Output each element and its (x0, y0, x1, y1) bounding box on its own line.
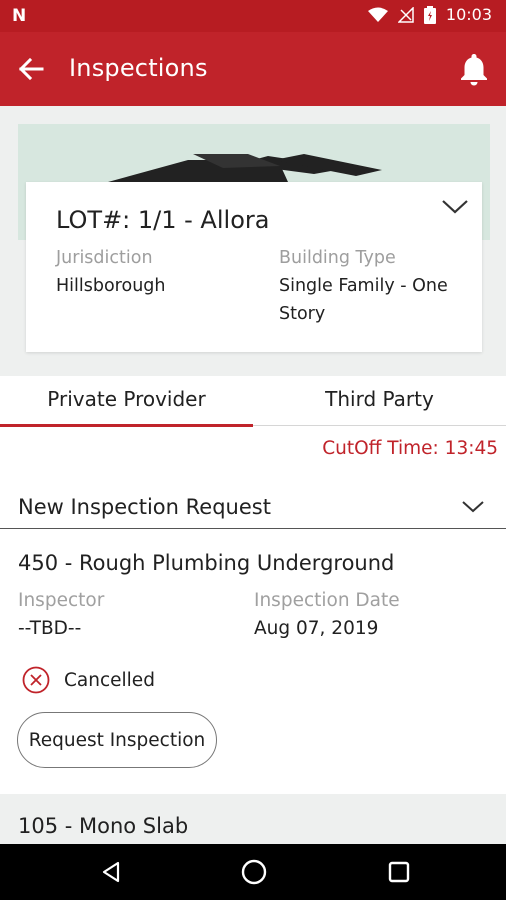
building-type-label: Building Type (279, 248, 396, 268)
system-icons: 10:03 (367, 5, 492, 24)
request-inspection-button[interactable]: Request Inspection (17, 712, 217, 768)
inspection-date-value: Aug 07, 2019 (254, 618, 379, 639)
inspector-label: Inspector (18, 590, 105, 611)
tab-third-party[interactable]: Third Party (253, 376, 506, 426)
wifi-icon (367, 7, 388, 22)
cancel-circle-icon (22, 666, 50, 694)
clock-time: 10:03 (445, 5, 492, 24)
section-title: New Inspection Request (18, 495, 271, 519)
status-row: Cancelled (22, 666, 155, 694)
app-bar: Inspections (0, 32, 506, 106)
lot-card: LOT#: 1/1 - Allora Jurisdiction Hillsbor… (26, 182, 482, 352)
new-inspection-request-dropdown[interactable]: New Inspection Request (0, 484, 506, 529)
system-nav-bar (0, 844, 506, 900)
provider-tabs: Private Provider Third Party (0, 376, 506, 427)
inspection-name: 450 - Rough Plumbing Underground (18, 551, 395, 575)
no-signal-icon (397, 6, 414, 23)
back-triangle-icon[interactable] (96, 857, 126, 887)
tab-private-provider[interactable]: Private Provider (0, 376, 253, 427)
lot-title: LOT#: 1/1 - Allora (56, 206, 270, 234)
chevron-down-icon (462, 501, 484, 513)
battery-icon (423, 5, 436, 24)
inspection-name: 105 - Mono Slab (18, 814, 189, 838)
cutoff-time: CutOff Time: 13:45 (322, 438, 498, 459)
home-circle-icon[interactable] (239, 857, 269, 887)
status-text: Cancelled (64, 669, 155, 691)
inspector-value: --TBD-- (18, 618, 82, 639)
bell-icon[interactable] (458, 52, 490, 86)
chevron-down-icon[interactable] (440, 194, 470, 218)
building-type-value-line2: Story (279, 304, 326, 324)
jurisdiction-value: Hillsborough (56, 276, 166, 296)
inspection-date-label: Inspection Date (254, 590, 400, 611)
inspection-item[interactable]: 105 - Mono Slab (0, 794, 506, 844)
status-bar: N 10:03 (0, 0, 506, 32)
recents-square-icon[interactable] (384, 857, 414, 887)
n-logo-icon: N (12, 6, 27, 26)
jurisdiction-label: Jurisdiction (56, 248, 153, 268)
arrow-left-icon[interactable] (16, 54, 46, 84)
building-type-value-line1: Single Family - One (279, 276, 448, 296)
inspection-item: 450 - Rough Plumbing Underground Inspect… (0, 530, 506, 794)
page-title: Inspections (69, 54, 208, 82)
